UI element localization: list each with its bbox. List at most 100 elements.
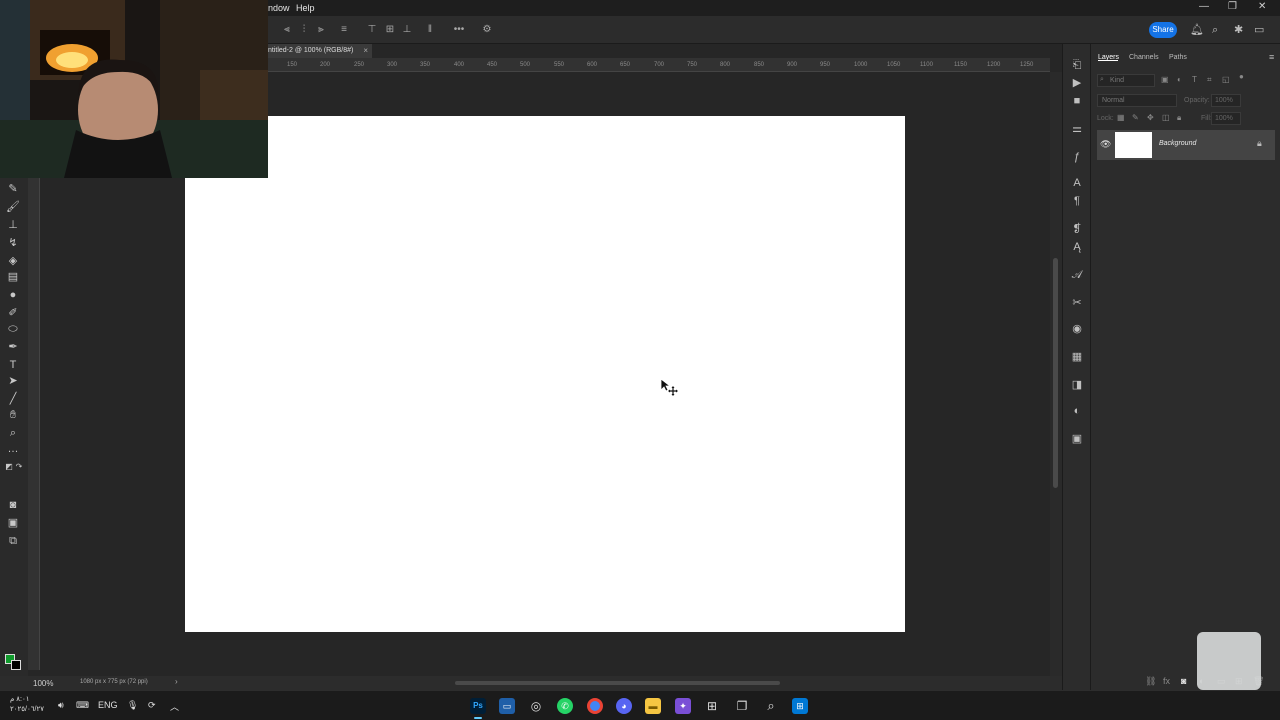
app-window-icon[interactable]: ▭ <box>499 698 515 714</box>
panel-menu-icon[interactable]: ≡ <box>1269 52 1274 62</box>
minimize-button[interactable]: — <box>1199 1 1209 12</box>
start-button-icon[interactable]: ⊞ <box>792 698 808 714</box>
spot-healing-icon[interactable]: ✎ <box>6 182 20 196</box>
menu-help[interactable]: Help <box>296 3 315 13</box>
generative-icon[interactable]: ⧉ <box>6 534 20 548</box>
eraser-tool-icon[interactable]: ◈ <box>6 254 20 268</box>
align-top-icon[interactable]: ⊤ <box>367 25 377 35</box>
close-document-icon[interactable]: × <box>363 46 368 55</box>
gradient-tool-icon[interactable]: ▤ <box>6 270 20 284</box>
vertical-scroll-thumb[interactable] <box>1053 258 1058 488</box>
add-mask-icon[interactable]: ◙ <box>1181 676 1186 686</box>
tools-scissors-icon[interactable]: ✂ <box>1070 296 1084 310</box>
recording-widget[interactable] <box>1197 632 1261 690</box>
clock-time[interactable]: ٨:٠١ م <box>10 695 30 703</box>
bell-icon[interactable]: 🔔︎ <box>1190 24 1204 36</box>
link-layers-icon[interactable]: ⛓ <box>1145 676 1156 687</box>
color-icon[interactable]: ◐ <box>1070 404 1084 418</box>
search-icon[interactable]: ⌕ <box>1212 24 1218 36</box>
discord-icon[interactable]: ◕ <box>616 698 632 714</box>
blur-tool-icon[interactable]: ● <box>6 288 20 302</box>
character-panel-icon[interactable]: A <box>1070 176 1084 190</box>
distribute-vertical-icon[interactable]: ‖ <box>425 25 435 35</box>
glyphs-icon[interactable]: Ą <box>1070 240 1084 254</box>
quick-mask-icon[interactable]: ◙ <box>6 498 20 512</box>
filter-kind-input[interactable]: Kind <box>1097 74 1155 87</box>
network-icon[interactable]: ⌨ <box>76 700 89 711</box>
libraries-icon[interactable]: ▣ <box>1070 432 1084 446</box>
type-styles-icon[interactable]: 𝒜 <box>1070 268 1084 282</box>
tab-paths[interactable]: Paths <box>1169 54 1187 61</box>
align-left-icon[interactable]: ⫷ <box>282 25 292 35</box>
filter-adjustment-icon[interactable]: ◐ <box>1177 75 1182 84</box>
gear-icon[interactable]: ⚙ <box>482 25 492 35</box>
opacity-field[interactable]: 100% <box>1211 94 1241 107</box>
restore-button[interactable]: ❐ <box>1228 1 1237 12</box>
lock-image-icon[interactable]: ✎ <box>1132 113 1139 122</box>
copilot-icon[interactable]: ✦ <box>675 698 691 714</box>
edit-toolbar-icon[interactable]: … <box>6 442 20 456</box>
info-arrow-icon[interactable]: › <box>175 677 178 686</box>
workspace-icon[interactable]: ▭ <box>1254 24 1264 36</box>
taskbar-search-icon[interactable]: ⌕ <box>763 698 779 714</box>
whatsapp-icon[interactable]: ✆ <box>557 698 573 714</box>
obs-icon[interactable]: ◎ <box>528 698 544 714</box>
swap-colors-icon[interactable]: ↷ <box>12 460 26 474</box>
sync-icon[interactable]: ⟳ <box>148 700 156 711</box>
fx-icon[interactable]: fx <box>1163 676 1170 686</box>
actions-play-icon[interactable]: ▶ <box>1070 76 1084 90</box>
more-options-icon[interactable]: ••• <box>450 25 468 35</box>
volume-icon[interactable]: 🔊︎ <box>58 700 64 711</box>
document-canvas[interactable] <box>185 116 905 632</box>
task-view-icon[interactable]: ❐ <box>734 698 750 714</box>
history-brush-icon[interactable]: ↯ <box>6 236 20 250</box>
eye-icon[interactable]: 👁︎ <box>1100 139 1111 150</box>
zoom-tool-icon[interactable]: ⌕ <box>6 426 20 440</box>
swatches-grid-icon[interactable]: ▦ <box>1070 350 1084 364</box>
layer-name[interactable]: Background <box>1159 140 1196 147</box>
document-tab[interactable]: ntitled-2 @ 100% (RGB/8#) × <box>268 44 372 58</box>
paragraph-icon[interactable]: ¶ <box>1070 194 1084 208</box>
line-tool-icon[interactable]: ╱ <box>6 392 20 406</box>
align-middle-icon[interactable]: ⊞ <box>385 25 395 35</box>
chrome-icon[interactable] <box>587 698 603 714</box>
menu-window[interactable]: ndow <box>268 3 290 13</box>
blend-mode-select[interactable]: Normal <box>1097 94 1177 107</box>
type-tool-icon[interactable]: T <box>6 358 20 372</box>
brushes-icon[interactable]: ◉ <box>1070 322 1084 336</box>
store-icon[interactable]: ⊞ <box>704 698 720 714</box>
lock-artboard-icon[interactable]: ◫ <box>1162 113 1170 122</box>
character-styles-icon[interactable]: ❡ <box>1070 222 1084 236</box>
discover-icon[interactable]: ✱ <box>1234 24 1243 36</box>
brush-tool-icon[interactable]: 🖌︎ <box>6 200 20 214</box>
align-center-icon[interactable]: ⫶ <box>299 25 309 35</box>
screen-mode-icon[interactable]: ▣ <box>6 516 20 530</box>
clock-date[interactable]: ٢٠٢٥/٠٦/٢٧ <box>10 705 44 713</box>
dodge-tool-icon[interactable]: ✐ <box>6 306 20 320</box>
sponge-tool-icon[interactable]: ⬭ <box>6 322 20 336</box>
fill-field[interactable]: 100% <box>1211 112 1241 125</box>
layer-row[interactable]: 👁︎ Background 🔒︎ <box>1097 130 1275 160</box>
language-indicator[interactable]: ENG <box>98 700 118 710</box>
filter-type-icon[interactable]: T <box>1192 75 1197 84</box>
filter-toggle-icon[interactable]: ● <box>1239 72 1244 81</box>
adjustments-icon[interactable]: ⚌ <box>1070 122 1084 136</box>
align-bottom-icon[interactable]: ⊥ <box>402 25 412 35</box>
zoom-level[interactable]: 100% <box>33 679 53 688</box>
comments-icon[interactable]: ■ <box>1070 94 1084 108</box>
filter-pixel-icon[interactable]: ▣ <box>1161 75 1169 84</box>
lock-position-icon[interactable]: ✥ <box>1147 113 1154 122</box>
tab-channels[interactable]: Channels <box>1129 54 1159 61</box>
align-right-icon[interactable]: ⫸ <box>316 25 326 35</box>
photoshop-icon[interactable]: Ps <box>470 698 486 714</box>
vertical-scrollbar[interactable] <box>1050 72 1062 677</box>
pen-tool-icon[interactable]: ✒ <box>6 340 20 354</box>
lock-all-icon[interactable]: 🔒︎ <box>1177 113 1181 123</box>
path-selection-icon[interactable]: ➤ <box>6 374 20 388</box>
filter-shape-icon[interactable]: ⌗ <box>1207 75 1212 85</box>
background-color-swatch[interactable] <box>11 660 21 670</box>
document-info[interactable]: 1080 px x 775 px (72 ppi) <box>80 679 148 685</box>
distribute-icon[interactable]: ≡ <box>339 25 349 35</box>
share-button[interactable]: Share <box>1149 22 1177 38</box>
clone-stamp-icon[interactable]: ⊥ <box>6 218 20 232</box>
